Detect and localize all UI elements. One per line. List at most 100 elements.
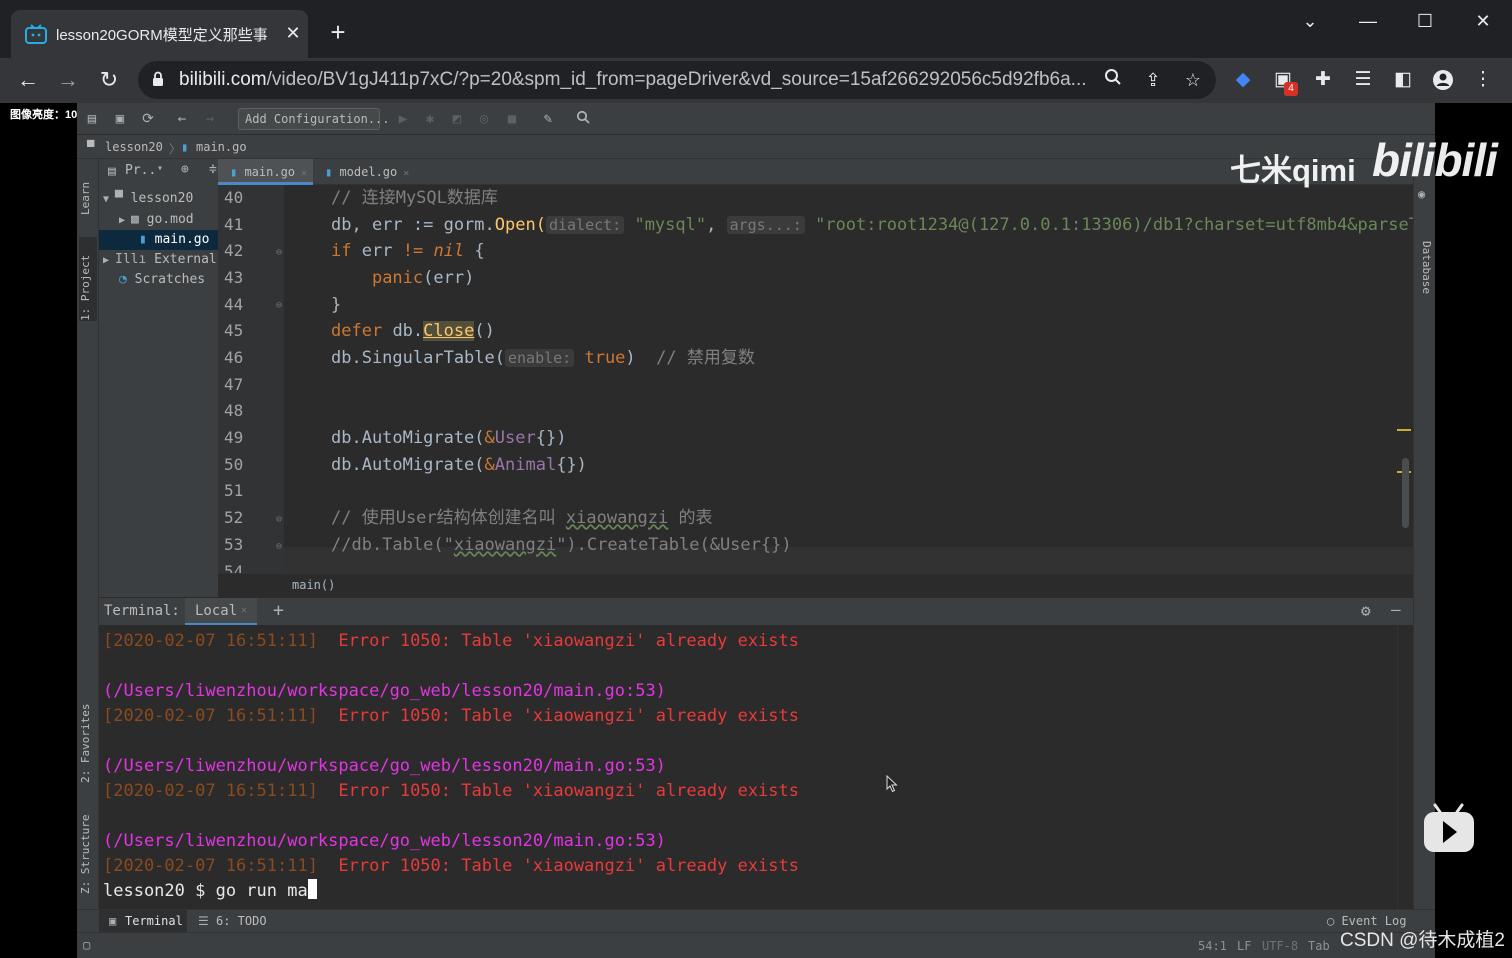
editor-scrollbar[interactable] [1402,458,1409,528]
wrench-icon[interactable]: ✎ [539,110,557,128]
code-token: () [474,321,495,341]
maximize-button[interactable]: ☐ [1405,8,1445,36]
browser-toolbar: ← → ↻ bilibili.com/video/BV1gJ411p7xC/?p… [0,58,1512,103]
caret-position[interactable]: 54:1 [1198,939,1227,953]
back-button[interactable]: ← [12,64,44,96]
tree-item-external-libraries[interactable]: ▶ Illı External L [99,250,232,271]
video-player[interactable]: 图像亮度：100% ▤ ▣ ⟳ ← → Add Configuration...… [0,103,1512,958]
locate-icon[interactable]: ⊕ [181,162,189,177]
favorites-tool-tab[interactable]: 2: Favorites [79,683,97,783]
back-nav-icon[interactable]: ← [173,110,191,128]
forward-nav-icon[interactable]: → [201,110,219,128]
share-icon[interactable]: ⇪ [1140,67,1166,93]
profile-avatar-icon[interactable] [1428,64,1458,96]
line-number: 45 [224,321,244,340]
new-terminal-button[interactable]: + [273,600,284,621]
bookmark-star-icon[interactable]: ☆ [1180,67,1206,93]
search-everywhere-icon[interactable] [574,110,592,128]
collapse-arrow-icon[interactable]: ▶ [103,251,115,271]
code-editor[interactable]: // 连接MySQL数据库 db, err := gorm.Open(diale… [284,185,1413,573]
extensions-puzzle-icon[interactable]: ✚ [1308,64,1338,96]
scroll-marker[interactable] [1397,429,1411,431]
lock-icon[interactable] [152,71,164,87]
new-tab-button[interactable]: + [323,18,353,48]
browser-tab[interactable]: lesson20GORM模型定义那些事 ✕ [11,10,308,58]
close-tab-icon[interactable]: ✕ [397,168,409,179]
extension-video-icon[interactable]: ▣ 4 [1268,64,1298,96]
stop-icon[interactable]: ■ [503,110,521,128]
tab-close-icon[interactable]: ✕ [281,21,305,45]
collapse-icon[interactable]: ≑ [209,162,217,177]
project-view-selector[interactable]: Pr.. [125,163,156,178]
terminal-scrollbar[interactable] [1397,625,1413,909]
coverage-icon[interactable]: ◩ [448,110,466,128]
learn-tool-tab[interactable]: Learn [79,165,97,215]
debug-icon[interactable]: ✱ [421,110,439,128]
bottom-tool-tabs: ▣ Terminal ☰ 6: TODO ◯ Event Log [77,909,1435,932]
close-tab-icon[interactable]: ✕ [295,168,307,179]
code-line-40: // 连接MySQL数据库 [331,185,498,211]
tree-item-go-mod[interactable]: ▶ ▩ go.mod [99,210,218,230]
reading-list-icon[interactable]: ☰ [1348,64,1378,96]
url-text[interactable]: bilibili.com/video/BV1gJ411p7xC/?p=20&sp… [179,69,1099,93]
bilibili-favicon-icon [25,24,47,44]
fold-marker-icon[interactable]: ⊖ [276,541,282,552]
terminal-line: (/Users/liwenzhou/workspace/go_web/lesso… [103,679,666,704]
line-number: 53 [224,535,244,554]
terminal-tab-local[interactable]: Local ✕ [185,598,257,626]
reload-button[interactable]: ↻ [93,64,125,96]
breadcrumb-item[interactable]: lesson20 [105,140,163,154]
address-bar[interactable]: bilibili.com/video/BV1gJ411p7xC/?p=20&sp… [138,61,1216,99]
extension-badge: 4 [1284,82,1298,96]
todo-tool-tab[interactable]: ☰ 6: TODO [198,914,267,928]
line-number: 44 [224,295,244,314]
save-icon[interactable]: ▣ [111,110,129,128]
minimize-button[interactable]: — [1348,8,1388,36]
close-tab-icon[interactable]: ✕ [241,605,247,616]
open-folder-icon[interactable]: ▤ [83,110,101,128]
database-tool-tab[interactable]: Database [1417,241,1433,294]
breadcrumb-item[interactable]: main.go [196,140,247,154]
profile-icon[interactable]: ◎ [475,110,493,128]
tree-item-main-go[interactable]: ▮ main.go [99,230,218,250]
expand-arrow-icon[interactable]: ▼ [103,190,115,210]
add-configuration-button[interactable]: Add Configuration... [238,108,390,130]
toggle-tool-windows-icon[interactable]: ▢ [83,938,90,952]
sync-icon[interactable]: ⟳ [139,110,157,128]
floating-play-button[interactable] [1423,803,1475,853]
dropdown-icon[interactable]: ▾ [157,163,163,174]
extension-gem-icon[interactable]: ◆ [1228,64,1258,96]
indent-setting[interactable]: Tab [1308,939,1330,953]
terminal-tool-tab[interactable]: ▣ Terminal [99,910,187,932]
tab-search-chevron-icon[interactable]: ⌄ [1290,8,1330,36]
terminal-output[interactable]: [2020-02-07 16:51:11] Error 1050: Table … [99,625,1397,909]
structure-tool-tab[interactable]: Z: Structure [79,799,97,894]
forward-button[interactable]: → [52,64,84,96]
browser-menu-icon[interactable]: ⋮ [1468,64,1498,96]
editor-tab-model-go[interactable]: ▮ model.go ✕ [313,159,413,185]
fold-marker-icon[interactable]: ⊖ [276,300,282,311]
settings-gear-icon[interactable]: ⚙ [1361,601,1371,620]
collapse-arrow-icon[interactable]: ▶ [119,211,131,231]
close-window-button[interactable]: ✕ [1463,8,1503,36]
code-line-45: defer db.Close() [331,318,495,344]
terminal-icon: ▣ [109,914,117,928]
terminal-prompt-line[interactable]: lesson20 $ go run ma [103,879,317,904]
tree-item-lesson20[interactable]: ▼ ▀ lesson20 [99,189,218,209]
hide-panel-icon[interactable]: — [1391,600,1401,619]
function-breadcrumb[interactable]: main() [292,578,335,592]
uploader-name: 七米qimi [1230,153,1356,188]
tree-item-scratches[interactable]: ◔ Scratches [99,270,218,290]
code-token: db.AutoMigrate( [331,428,485,448]
run-icon[interactable]: ▶ [394,110,412,128]
line-separator[interactable]: LF [1237,939,1251,953]
project-tool-tab[interactable]: 1: Project [79,237,97,321]
log-timestamp: [2020-02-07 16:51:11] [103,781,318,801]
zoom-search-icon[interactable] [1100,67,1126,93]
side-panel-icon[interactable]: ◧ [1388,64,1418,96]
fold-marker-icon[interactable]: ⊖ [276,247,282,258]
editor-tab-main-go[interactable]: ▮ main.go ✕ [218,159,313,185]
fold-marker-icon[interactable]: ⊖ [276,514,282,525]
file-encoding[interactable]: UTF-8 [1262,939,1298,953]
code-comment: xiaowangzi [565,508,669,528]
